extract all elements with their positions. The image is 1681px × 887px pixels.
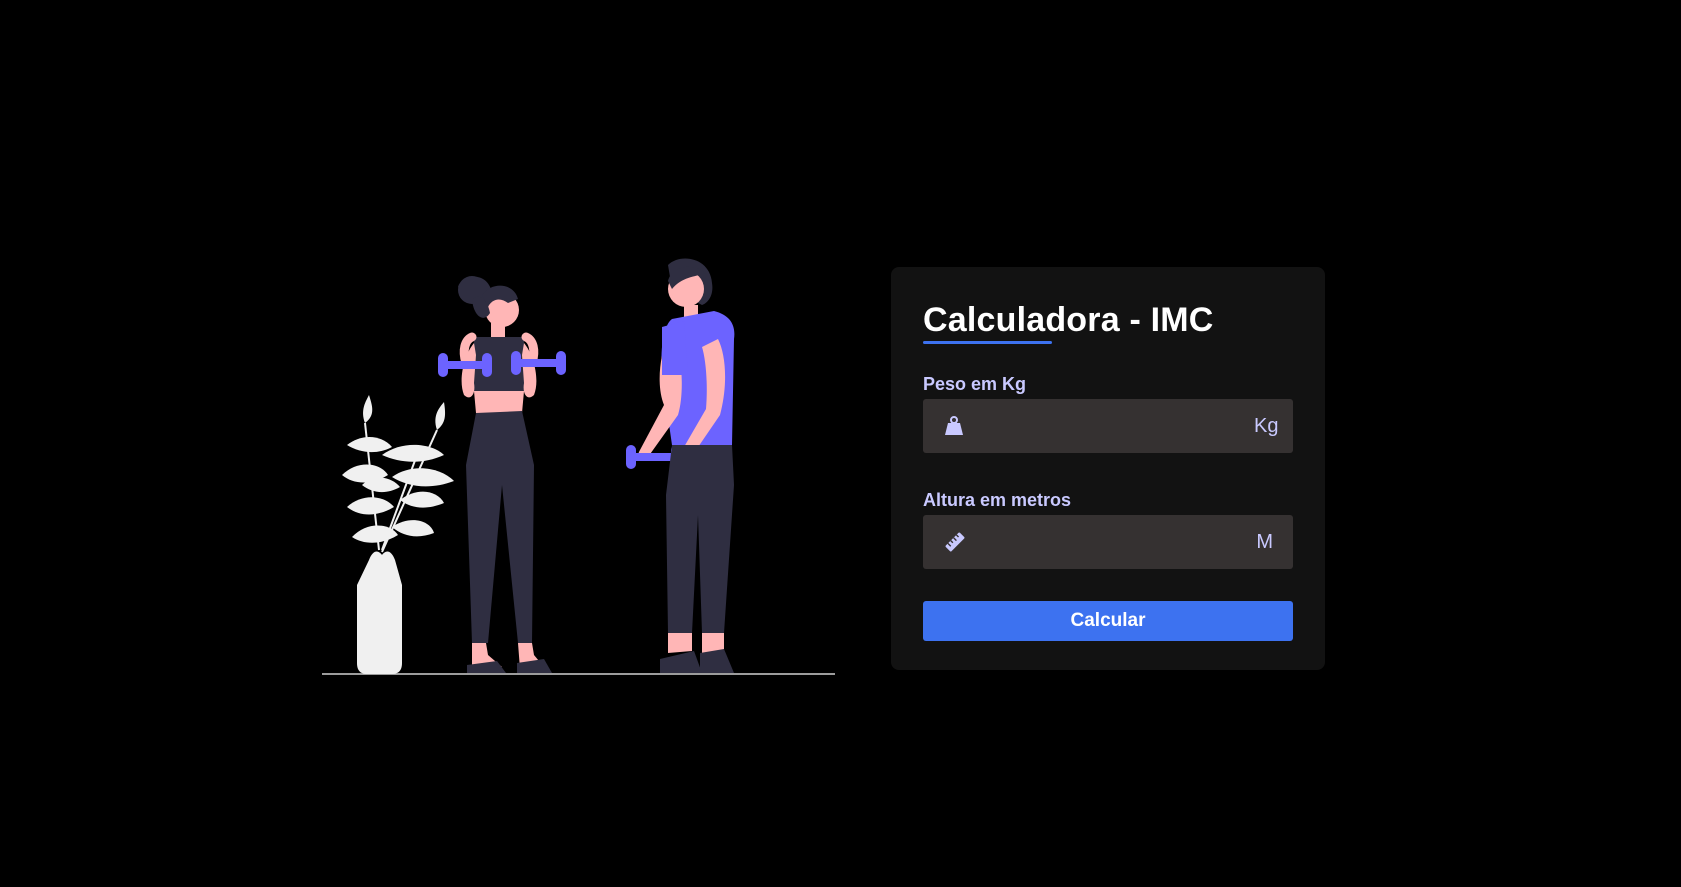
height-field[interactable]: M bbox=[923, 515, 1293, 569]
page: Calculadora - IMC Peso em Kg Kg Altura e… bbox=[0, 0, 1681, 887]
page-title: Calculadora - IMC bbox=[923, 301, 1214, 339]
weight-input[interactable] bbox=[965, 399, 1254, 453]
plant-vase bbox=[342, 395, 454, 674]
height-label: Altura em metros bbox=[923, 490, 1072, 510]
height-input[interactable] bbox=[967, 515, 1257, 569]
fitness-illustration bbox=[322, 255, 835, 680]
weight-label: Peso em Kg bbox=[923, 374, 1027, 394]
title-underline bbox=[923, 341, 1052, 344]
weight-field[interactable]: Kg bbox=[923, 399, 1293, 453]
ruler-icon bbox=[943, 530, 967, 554]
woman-figure bbox=[438, 276, 566, 673]
title-wrap: Calculadora - IMC bbox=[923, 299, 1293, 349]
calculate-button[interactable]: Calcular bbox=[923, 601, 1293, 641]
height-unit: M bbox=[1256, 531, 1273, 553]
weight-icon bbox=[943, 414, 965, 438]
weight-unit: Kg bbox=[1254, 415, 1279, 437]
man-figure bbox=[626, 258, 735, 673]
imc-calculator-card: Calculadora - IMC Peso em Kg Kg Altura e… bbox=[891, 267, 1325, 670]
